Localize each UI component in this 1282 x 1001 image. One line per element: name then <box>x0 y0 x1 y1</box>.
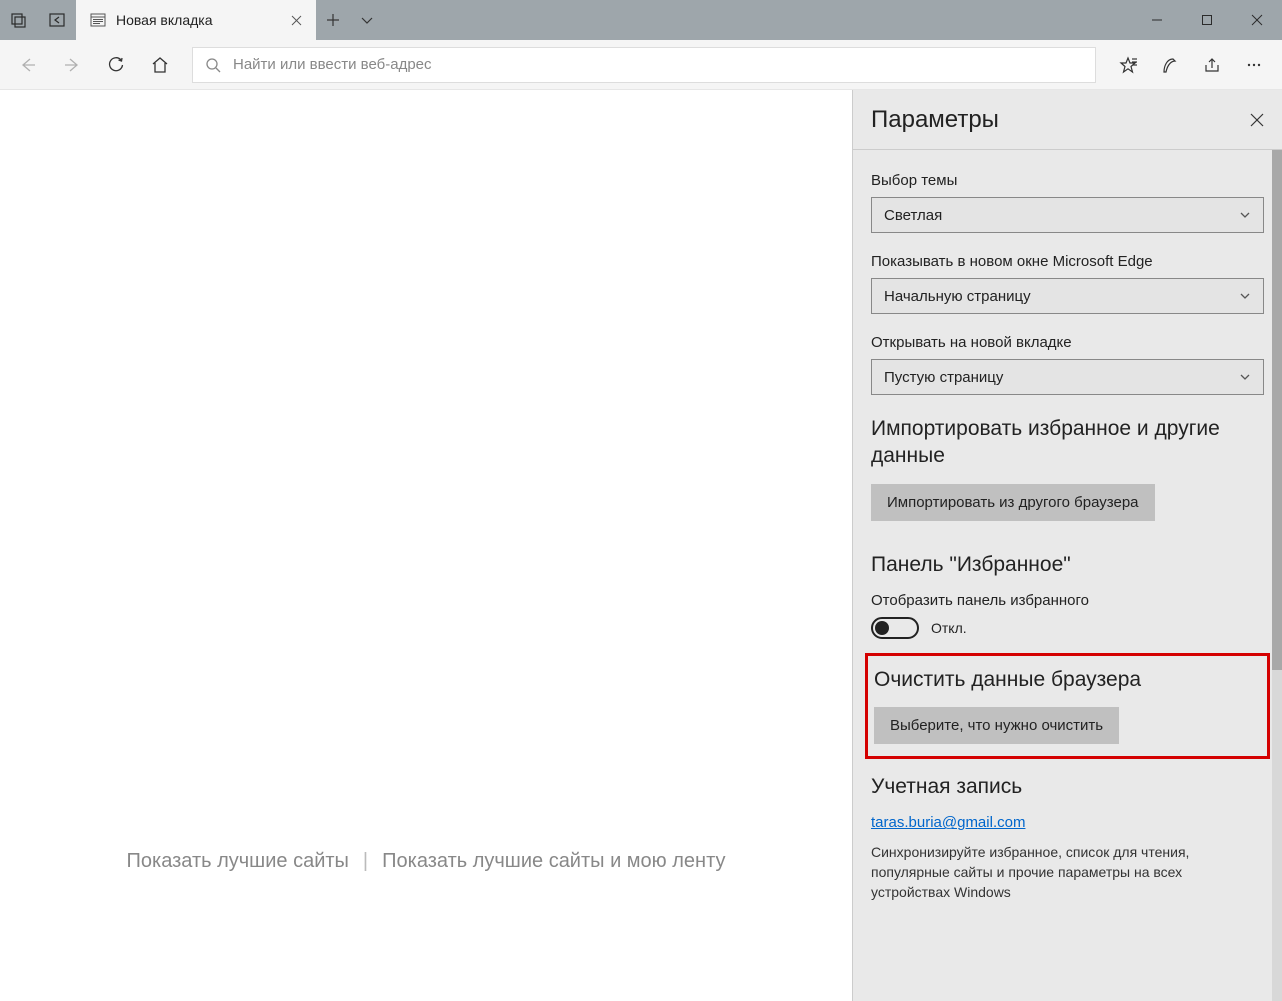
search-icon <box>205 57 221 73</box>
forward-button[interactable] <box>52 45 92 85</box>
window-close-button[interactable] <box>1232 0 1282 40</box>
titlebar: Новая вкладка <box>0 0 1282 40</box>
new-tab-label: Открывать на новой вкладке <box>871 334 1264 351</box>
feed-links: Показать лучшие сайты | Показать лучшие … <box>127 850 726 873</box>
window-minimize-button[interactable] <box>1132 0 1182 40</box>
new-window-label: Показывать в новом окне Microsoft Edge <box>871 253 1264 270</box>
set-aside-tabs-button[interactable] <box>38 0 76 40</box>
new-window-select[interactable]: Начальную страницу <box>871 278 1264 314</box>
address-bar[interactable] <box>192 47 1096 83</box>
chevron-down-icon <box>1239 290 1251 302</box>
import-button[interactable]: Импортировать из другого браузера <box>871 484 1155 521</box>
settings-panel: Параметры Выбор темы Светлая Показывать … <box>852 90 1282 1001</box>
fav-toggle-label: Отобразить панель избранного <box>871 592 1264 609</box>
tab-chevron-button[interactable] <box>350 0 384 40</box>
show-top-sites-feed-link[interactable]: Показать лучшие сайты и мою ленту <box>382 850 725 873</box>
window-maximize-button[interactable] <box>1182 0 1232 40</box>
back-button[interactable] <box>8 45 48 85</box>
separator: | <box>363 850 368 873</box>
address-input[interactable] <box>233 56 1083 73</box>
more-button[interactable] <box>1234 45 1274 85</box>
settings-header: Параметры <box>853 90 1282 150</box>
new-tab-select-value: Пустую страницу <box>884 369 1003 386</box>
new-tab-button[interactable] <box>316 0 350 40</box>
scrollbar-thumb[interactable] <box>1272 150 1282 670</box>
settings-close-button[interactable] <box>1250 113 1264 127</box>
new-tab-select[interactable]: Пустую страницу <box>871 359 1264 395</box>
notes-button[interactable] <box>1150 45 1190 85</box>
clear-data-button[interactable]: Выберите, что нужно очистить <box>874 707 1119 744</box>
account-description: Синхронизируйте избранное, список для чт… <box>871 843 1264 902</box>
highlight-annotation: Очистить данные браузера Выберите, что н… <box>865 653 1270 759</box>
toolbar <box>0 40 1282 90</box>
tab-page-icon <box>90 13 106 27</box>
settings-body: Выбор темы Светлая Показывать в новом ок… <box>853 150 1282 1001</box>
favorites-button[interactable] <box>1108 45 1148 85</box>
favorites-panel-heading: Панель "Избранное" <box>871 551 1264 578</box>
chevron-down-icon <box>1239 371 1251 383</box>
account-email-link[interactable]: taras.buria@gmail.com <box>871 814 1025 831</box>
show-top-sites-link[interactable]: Показать лучшие сайты <box>127 850 349 873</box>
chevron-down-icon <box>1239 209 1251 221</box>
tab-title: Новая вкладка <box>116 12 213 28</box>
tab-close-button[interactable] <box>291 15 302 26</box>
fav-toggle[interactable] <box>871 617 919 639</box>
new-window-select-value: Начальную страницу <box>884 288 1031 305</box>
account-heading: Учетная запись <box>871 773 1264 800</box>
import-heading: Импортировать избранное и другие данные <box>871 415 1264 470</box>
new-tab-page: Показать лучшие сайты | Показать лучшие … <box>0 90 852 1001</box>
clear-data-heading: Очистить данные браузера <box>874 666 1261 693</box>
browser-tab[interactable]: Новая вкладка <box>76 0 316 40</box>
refresh-button[interactable] <box>96 45 136 85</box>
home-button[interactable] <box>140 45 180 85</box>
share-button[interactable] <box>1192 45 1232 85</box>
theme-label: Выбор темы <box>871 172 1264 189</box>
theme-select[interactable]: Светлая <box>871 197 1264 233</box>
fav-toggle-state: Откл. <box>931 620 967 636</box>
tabs-aside-button[interactable] <box>0 0 38 40</box>
settings-title: Параметры <box>871 106 999 134</box>
theme-select-value: Светлая <box>884 207 942 224</box>
